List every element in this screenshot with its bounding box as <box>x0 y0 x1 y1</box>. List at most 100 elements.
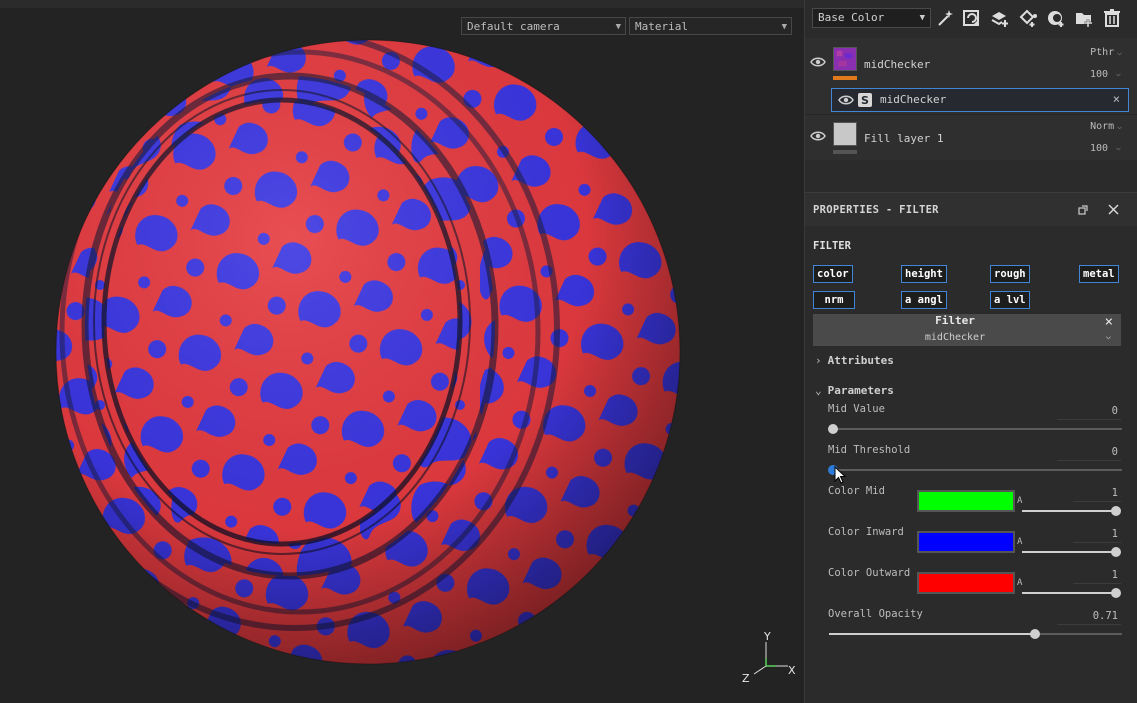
blend-mode-value: Norm <box>1090 121 1115 132</box>
3d-viewport[interactable]: Default camera ▼ Material ▼ Y Z X <box>0 0 804 703</box>
close-icon[interactable]: × <box>1105 314 1113 330</box>
add-folder-icon[interactable] <box>1074 8 1094 28</box>
mid-value-slider[interactable] <box>829 428 1122 430</box>
attributes-section-toggle[interactable]: › Attributes <box>815 354 894 367</box>
blend-mode[interactable]: Norm ⌵ <box>1090 121 1122 132</box>
trash-icon[interactable] <box>1102 8 1122 28</box>
layer-stack: midChecker Pthr ⌵ 100 ⌵ S midChecker × F… <box>805 38 1137 160</box>
right-panel: Base Color ▼ midChecker Pthr ⌵ 100 ⌵ S m… <box>804 0 1137 703</box>
properties-body: FILTER color height rough metal nrm a an… <box>805 226 1137 703</box>
alpha-label: A <box>1017 537 1023 547</box>
channel-chip-a-lvl[interactable]: a lvl <box>990 291 1030 309</box>
chevron-down-icon[interactable]: ⌵ <box>1106 332 1111 342</box>
axis-x-label: X <box>788 664 796 677</box>
material-preview-sphere[interactable] <box>0 0 804 703</box>
mid-value-label: Mid Value <box>828 403 885 415</box>
magic-wand-icon[interactable] <box>935 8 955 28</box>
color-outward-slider-handle[interactable] <box>1111 588 1121 598</box>
value-underline <box>1073 501 1121 502</box>
substance-icon: S <box>858 93 872 107</box>
color-outward-swatch[interactable] <box>917 572 1015 594</box>
channel-chip-height[interactable]: height <box>901 265 947 283</box>
overall-opacity-field[interactable]: 0.71 <box>1093 610 1118 622</box>
channel-chip-metal[interactable]: metal <box>1079 265 1119 283</box>
layer-opacity[interactable]: 100 ⌵ <box>1090 69 1121 80</box>
properties-header: PROPERTIES - FILTER <box>805 192 1137 228</box>
chevron-down-icon: ▼ <box>781 22 787 32</box>
mid-threshold-field[interactable]: 0 <box>1112 446 1118 458</box>
mid-threshold-label: Mid Threshold <box>828 444 911 456</box>
popout-icon[interactable] <box>1078 205 1088 215</box>
color-inward-swatch[interactable] <box>917 531 1015 553</box>
render-mode-value: Material <box>635 20 688 33</box>
layer-name: Fill layer 1 <box>864 132 944 145</box>
chevron-down-icon: ⌵ <box>1115 69 1121 78</box>
alpha-label: A <box>1017 496 1023 506</box>
mask-icon[interactable] <box>1046 8 1066 28</box>
color-inward-value-field[interactable]: 1 <box>1112 528 1118 540</box>
visibility-eye-icon[interactable] <box>810 130 826 142</box>
filter-resource-box[interactable]: Filter midChecker × ⌵ <box>813 314 1121 346</box>
add-layer-icon[interactable] <box>990 8 1010 28</box>
mouse-cursor-icon <box>834 466 847 484</box>
color-mid-slider-handle[interactable] <box>1111 506 1121 516</box>
camera-select[interactable]: Default camera ▼ <box>461 17 626 35</box>
channel-chip-color[interactable]: color <box>813 265 853 283</box>
filter-effect-row[interactable]: S midChecker × <box>831 88 1129 112</box>
close-icon[interactable]: × <box>1113 92 1120 106</box>
chevron-right-icon: › <box>815 354 822 367</box>
fill-bucket-icon[interactable] <box>1018 8 1038 28</box>
value-underline <box>1057 419 1121 420</box>
camera-select-value: Default camera <box>467 20 560 33</box>
blend-mode[interactable]: Pthr ⌵ <box>1090 47 1122 58</box>
color-mid-value-field[interactable]: 1 <box>1112 487 1118 499</box>
render-mode-select[interactable]: Material ▼ <box>629 17 792 35</box>
blend-mode-value: Pthr <box>1090 47 1115 58</box>
chevron-down-icon: ⌵ <box>1117 48 1122 57</box>
section-title-filter: FILTER <box>813 240 851 252</box>
color-inward-slider[interactable] <box>1022 551 1118 553</box>
filter-label: Filter <box>935 314 975 327</box>
axis-z-label: Z <box>742 672 750 685</box>
value-underline <box>1073 583 1121 584</box>
chevron-down-icon: ⌵ <box>1115 143 1121 152</box>
divider <box>805 114 1137 115</box>
axis-gizmo: Y Z X <box>742 630 796 685</box>
channel-select-value: Base Color <box>818 11 885 24</box>
attributes-label: Attributes <box>827 354 894 367</box>
layer-row[interactable]: Fill layer 1 Norm ⌵ 100 ⌵ <box>805 116 1137 160</box>
chevron-down-icon: ▼ <box>615 22 621 32</box>
channel-chip-nrm[interactable]: nrm <box>813 291 855 309</box>
layer-toolbar: Base Color ▼ <box>805 0 1137 39</box>
overall-opacity-slider-handle[interactable] <box>1030 629 1040 639</box>
chevron-down-icon: ⌄ <box>815 384 822 397</box>
channel-chip-a-angl[interactable]: a angl <box>901 291 947 309</box>
mid-value-field[interactable]: 0 <box>1112 405 1118 417</box>
visibility-eye-icon[interactable] <box>838 94 854 106</box>
value-underline <box>1073 542 1121 543</box>
color-mid-swatch[interactable] <box>917 490 1015 512</box>
overall-opacity-slider-fill <box>829 633 1035 635</box>
mid-value-slider-handle[interactable] <box>828 424 838 434</box>
color-inward-label: Color Inward <box>828 526 904 538</box>
channel-select[interactable]: Base Color ▼ <box>812 8 931 28</box>
value-underline <box>1057 624 1121 625</box>
color-mid-slider[interactable] <box>1022 510 1118 512</box>
color-outward-slider[interactable] <box>1022 592 1118 594</box>
parameters-section-toggle[interactable]: ⌄ Parameters <box>815 384 894 397</box>
refresh-layer-icon[interactable] <box>962 8 982 28</box>
layer-thumbnail <box>833 122 857 146</box>
color-inward-slider-handle[interactable] <box>1111 547 1121 557</box>
overall-opacity-label: Overall Opacity <box>828 608 923 620</box>
close-icon[interactable] <box>1108 204 1119 215</box>
layer-opacity[interactable]: 100 ⌵ <box>1090 143 1121 154</box>
properties-title: PROPERTIES - FILTER <box>813 204 939 216</box>
parameters-label: Parameters <box>827 384 894 397</box>
layer-accent-bar <box>833 76 857 80</box>
axis-y-label: Y <box>763 630 771 643</box>
color-outward-value-field[interactable]: 1 <box>1112 569 1118 581</box>
mid-threshold-slider[interactable] <box>829 469 1122 471</box>
layer-row[interactable]: midChecker Pthr ⌵ 100 ⌵ S midChecker × <box>805 38 1137 126</box>
visibility-eye-icon[interactable] <box>810 56 826 68</box>
channel-chip-rough[interactable]: rough <box>990 265 1030 283</box>
